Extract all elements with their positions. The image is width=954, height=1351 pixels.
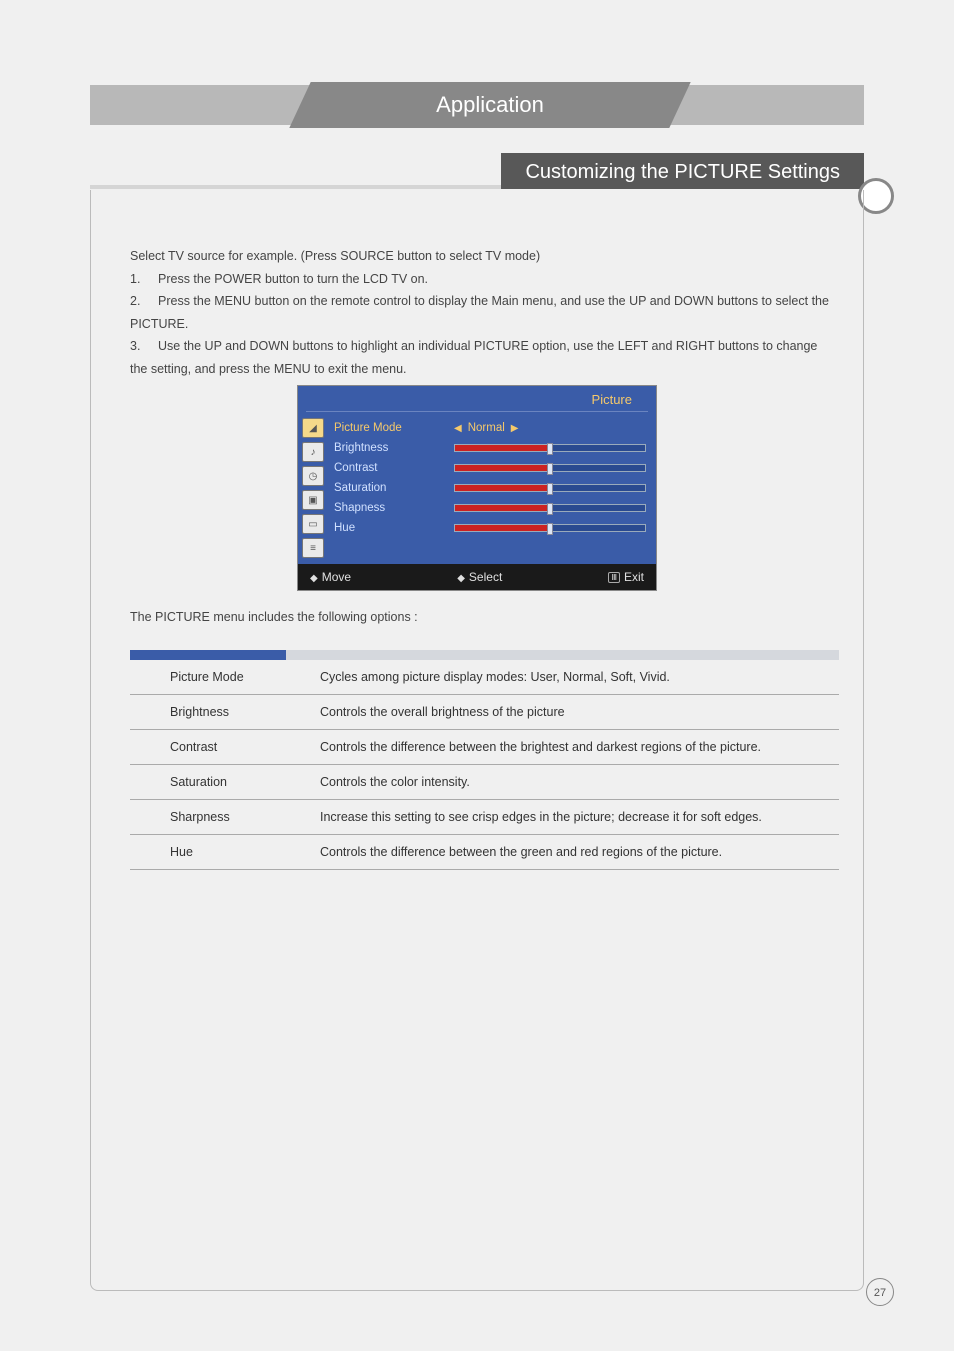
- option-name: Brightness: [170, 705, 320, 719]
- tab-header: Application: [0, 85, 954, 125]
- menu-icon: Ⅲ: [608, 572, 620, 583]
- option-row: Hue Controls the difference between the …: [130, 835, 839, 870]
- options-header-bar: [130, 650, 839, 660]
- option-name: Hue: [170, 845, 320, 859]
- list-icon: ≡: [302, 538, 324, 558]
- footer-select: ◆Select: [381, 570, 578, 584]
- updown-icon: ◆: [310, 573, 318, 584]
- slider-shapness: [454, 504, 646, 512]
- osd-rows: Picture Mode ◀ Normal ▶ Brightness Contr…: [330, 412, 656, 564]
- option-row: Contrast Controls the difference between…: [130, 730, 839, 765]
- instructions: Select TV source for example. (Press SOU…: [130, 245, 834, 380]
- osd-row-picture-mode: Picture Mode ◀ Normal ▶: [334, 418, 646, 438]
- option-row: Picture Mode Cycles among picture displa…: [130, 660, 839, 695]
- option-desc: Controls the color intensity.: [320, 775, 839, 789]
- slider-contrast: [454, 464, 646, 472]
- osd-title: Picture: [298, 386, 656, 411]
- page-number: 27: [866, 1278, 894, 1306]
- picture-icon: ◢: [302, 418, 324, 438]
- right-arrow-icon: ▶: [511, 423, 519, 434]
- slider-brightness: [454, 444, 646, 452]
- tab-title: Application: [310, 85, 670, 125]
- step-1: 1.Press the POWER button to turn the LCD…: [130, 268, 834, 291]
- slider-hue: [454, 524, 646, 532]
- option-row: Saturation Controls the color intensity.: [130, 765, 839, 800]
- osd-label-brightness: Brightness: [334, 442, 444, 454]
- step-2: 2.Press the MENU button on the remote co…: [130, 290, 834, 335]
- option-row: Sharpness Increase this setting to see c…: [130, 800, 839, 835]
- osd-label-picture-mode: Picture Mode: [334, 422, 444, 434]
- options-intro: The PICTURE menu includes the following …: [130, 610, 418, 624]
- option-desc: Controls the difference between the gree…: [320, 845, 839, 859]
- osd-body: ◢ ♪ ◷ ▣ ▭ ≡ Picture Mode ◀ Normal ▶ Brig…: [298, 412, 656, 564]
- osd-row-shapness: Shapness: [334, 498, 646, 518]
- option-desc: Controls the difference between the brig…: [320, 740, 839, 754]
- option-desc: Cycles among picture display modes: User…: [320, 670, 839, 684]
- left-arrow-icon: ◀: [454, 423, 462, 434]
- option-name: Sharpness: [170, 810, 320, 824]
- clock-icon: ◷: [302, 466, 324, 486]
- screen-icon: ▭: [302, 514, 324, 534]
- footer-move: ◆Move: [310, 570, 351, 584]
- osd-label-saturation: Saturation: [334, 482, 444, 494]
- osd-panel: Picture ◢ ♪ ◷ ▣ ▭ ≡ Picture Mode ◀ Norma…: [297, 385, 657, 591]
- osd-row-contrast: Contrast: [334, 458, 646, 478]
- step-3: 3.Use the UP and DOWN buttons to highlig…: [130, 335, 834, 380]
- osd-mode-value: Normal: [468, 422, 505, 434]
- sound-icon: ♪: [302, 442, 324, 462]
- slider-saturation: [454, 484, 646, 492]
- option-desc: Controls the overall brightness of the p…: [320, 705, 839, 719]
- osd-row-hue: Hue: [334, 518, 646, 538]
- osd-icon-column: ◢ ♪ ◷ ▣ ▭ ≡: [298, 412, 330, 564]
- osd-row-saturation: Saturation: [334, 478, 646, 498]
- osd-row-brightness: Brightness: [334, 438, 646, 458]
- options-table: Picture Mode Cycles among picture displa…: [130, 650, 839, 870]
- osd-label-shapness: Shapness: [334, 502, 444, 514]
- option-row: Brightness Controls the overall brightne…: [130, 695, 839, 730]
- option-icon: ▣: [302, 490, 324, 510]
- option-desc: Increase this setting to see crisp edges…: [320, 810, 839, 824]
- option-name: Picture Mode: [170, 670, 320, 684]
- footer-exit: ⅢExit: [608, 570, 644, 584]
- section-title: Customizing the PICTURE Settings: [501, 153, 864, 189]
- leftright-icon: ◆: [457, 573, 465, 584]
- option-name: Contrast: [170, 740, 320, 754]
- osd-label-hue: Hue: [334, 522, 444, 534]
- instructions-lead: Select TV source for example. (Press SOU…: [130, 245, 834, 268]
- section-header: Customizing the PICTURE Settings: [90, 185, 864, 189]
- osd-footer: ◆Move ◆Select ⅢExit: [298, 564, 656, 590]
- osd-value-picture-mode: ◀ Normal ▶: [454, 422, 646, 434]
- option-name: Saturation: [170, 775, 320, 789]
- osd-label-contrast: Contrast: [334, 462, 444, 474]
